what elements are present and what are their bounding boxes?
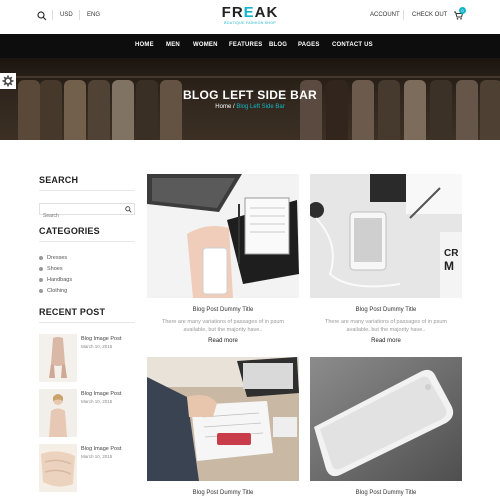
nav-home[interactable]: HOME [135,42,154,48]
post-image[interactable]: CR M [310,174,462,298]
logo-name: FREAK [221,4,279,21]
read-more-link[interactable]: Read more [310,338,462,344]
bullet-icon [39,255,43,260]
category-clothing[interactable]: Clothing [39,287,67,295]
desk-laptop-image [147,174,299,298]
breadcrumb-separator: / [232,104,235,110]
magnifier-icon[interactable] [125,206,132,213]
post-title[interactable]: Blog Post Dummy Title [147,307,299,313]
currency-selector[interactable]: USD [60,12,73,18]
categories-heading: CATEGORIES [39,226,100,236]
recent-post-title[interactable]: Blog Image Post [81,391,121,397]
page-title: BLOG LEFT SIDE BAR [182,88,318,102]
cart-count-badge: 0 [459,7,466,14]
post-excerpt: There are many variations of passages of… [310,318,462,334]
nav-men[interactable]: MEN [166,42,180,48]
post-title[interactable]: Blog Post Dummy Title [310,490,462,496]
phone-earphones-image: CR M [310,174,462,298]
post-title[interactable]: Blog Post Dummy Title [310,307,462,313]
breadcrumb: Home / Blog Left Side Bar [0,104,500,110]
excerpt-line: available, but the majority have.. [183,327,263,333]
gear-icon [2,75,14,87]
post-image[interactable] [310,357,462,481]
divider [52,10,53,20]
nav-blog[interactable]: BLOG [269,42,287,48]
post-title[interactable]: Blog Post Dummy Title [147,490,299,496]
recent-post[interactable]: Blog Image Post March 10, 2015 [39,444,139,492]
recent-post-thumbnail[interactable] [39,444,77,492]
account-link[interactable]: ACCOUNT [370,12,400,18]
divider [79,10,80,20]
svg-text:M: M [444,259,454,273]
excerpt-line: There are many variations of passages of… [162,319,284,325]
category-label: Shoes [47,266,63,272]
top-bar: USD ENG FREAK BOUTIQUE FASHION SHOP ACCO… [0,0,500,34]
bullet-icon [39,288,43,293]
post-image[interactable] [147,174,299,298]
scarf-image [39,334,77,382]
logo-tagline: BOUTIQUE FASHION SHOP [224,21,276,25]
recent-post[interactable]: Blog Image Post March 10, 2015 [39,334,139,382]
breadcrumb-home[interactable]: Home [215,104,231,110]
main-nav: HOME MEN WOMEN FEATURES BLOG PAGES CONTA… [0,34,500,58]
nav-women[interactable]: WOMEN [193,42,218,48]
recent-post-date: March 10, 2015 [81,399,113,404]
read-more-link[interactable]: Read more [147,338,299,344]
language-selector[interactable]: ENG [87,12,100,18]
category-label: Clothing [47,288,68,294]
nav-pages[interactable]: PAGES [298,42,320,48]
category-label: Dresses [47,255,68,261]
search-icon[interactable] [37,11,47,21]
category-label: Handbags [47,277,73,283]
recent-post-title[interactable]: Blog Image Post [81,446,121,452]
divider [39,190,135,191]
search-heading: SEARCH [39,175,79,185]
nav-features[interactable]: FEATURES [229,42,263,48]
excerpt-line: There are many variations of passages of… [325,319,447,325]
divider [39,241,135,242]
fabric-image [39,444,77,492]
office-desk-image [147,357,299,481]
category-dresses[interactable]: Dresses [39,254,67,262]
recent-post-title[interactable]: Blog Image Post [81,336,121,342]
woman-image [39,389,77,437]
category-handbags[interactable]: Handbags [39,276,72,284]
nav-contact-us[interactable]: CONTACT US [332,42,373,48]
recent-post-thumbnail[interactable] [39,389,77,437]
post-excerpt: There are many variations of passages of… [147,318,299,334]
post-image[interactable] [147,357,299,481]
recent-post-thumbnail[interactable] [39,334,77,382]
breadcrumb-current: Blog Left Side Bar [236,104,285,110]
sidebar-search [39,203,135,221]
divider [403,10,404,20]
svg-text:CR: CR [444,248,459,259]
bullet-icon [39,277,43,282]
bullet-icon [39,266,43,271]
search-input[interactable] [40,211,120,221]
category-shoes[interactable]: Shoes [39,265,63,273]
recent-post-heading: RECENT POST [39,307,106,317]
recent-post[interactable]: Blog Image Post March 10, 2015 [39,389,139,437]
logo[interactable]: FREAK BOUTIQUE FASHION SHOP [218,5,282,25]
divider [39,322,135,323]
recent-post-date: March 10, 2015 [81,344,113,349]
checkout-link[interactable]: CHECK OUT [412,12,447,18]
phone-table-image [310,357,462,481]
settings-toggle[interactable] [0,73,16,89]
recent-post-date: March 10, 2015 [81,454,113,459]
excerpt-line: available, but the majority have.. [346,327,426,333]
